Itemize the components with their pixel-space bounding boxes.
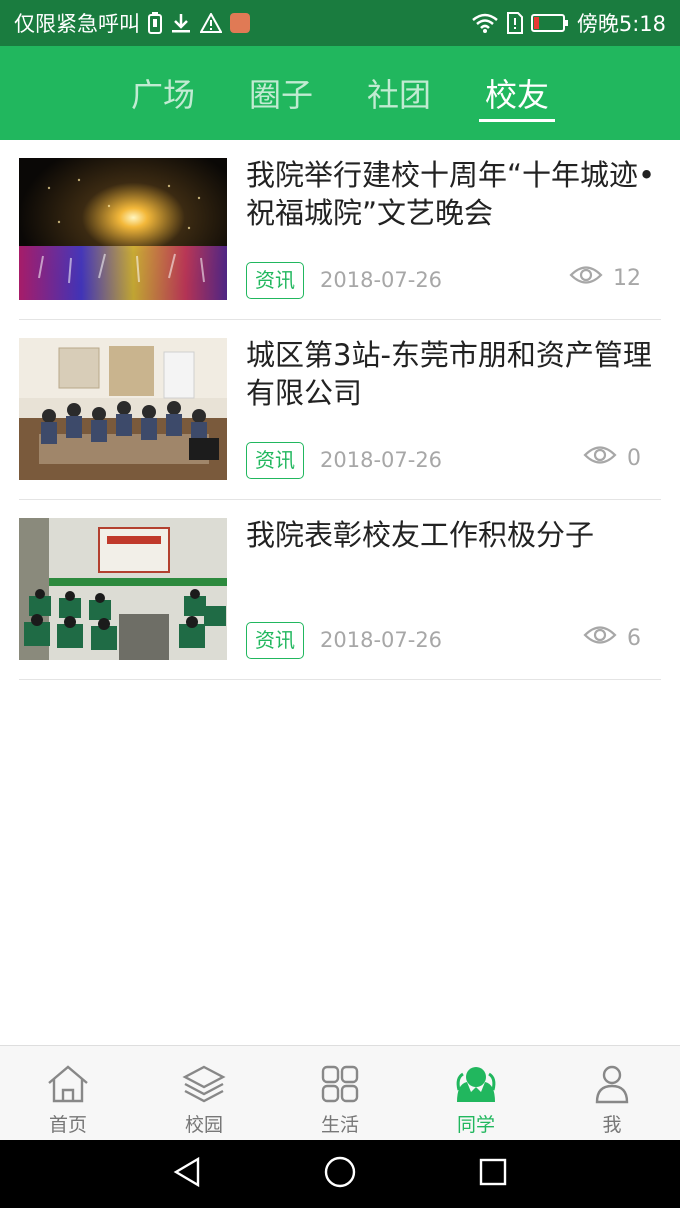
nav-classmates[interactable]: 同学 (408, 1046, 544, 1140)
status-right: 傍晚5:18 (471, 8, 666, 38)
category-tag: 资讯 (246, 622, 304, 659)
home-circle-icon (323, 1155, 357, 1193)
nav-label: 我 (602, 1114, 622, 1136)
article-title[interactable]: 我院表彰校友工作积极分子 (246, 516, 660, 554)
status-bar: 仅限紧急呼叫 傍晚5:18 (0, 0, 680, 46)
home-button[interactable] (310, 1144, 370, 1204)
battery-icon (530, 13, 569, 33)
eye-icon (569, 264, 603, 292)
article-list: 我院举行建校十周年“十年城迹•祝福城院”文艺晚会 资讯 2018-07-26 1… (0, 140, 680, 680)
bottom-nav: 首页 校园 生活 同学 我 (0, 1045, 680, 1140)
eye-icon (583, 444, 617, 472)
list-item[interactable]: 城区第3站-东莞市朋和资产管理有限公司 资讯 2018-07-26 0 (19, 320, 661, 500)
article-thumbnail-auditorium[interactable] (19, 518, 227, 660)
top-tab-bar: 广场 圈子 社团 校友 (0, 46, 680, 140)
tab-label: 校友 (484, 76, 549, 114)
clock-time: 傍晚5:18 (576, 12, 666, 36)
view-count: 0 (583, 444, 641, 472)
person-icon (589, 1062, 635, 1106)
nav-label: 生活 (320, 1114, 359, 1136)
tab-square[interactable]: 广场 (104, 46, 222, 140)
view-count-value: 0 (627, 445, 641, 471)
article-thumbnail-concert[interactable] (19, 158, 227, 300)
category-tag: 资讯 (246, 442, 304, 479)
tab-label: 圈子 (248, 76, 313, 114)
app-notification-icon (230, 13, 250, 33)
carrier-text: 仅限紧急呼叫 (14, 12, 140, 36)
view-count: 12 (569, 264, 641, 292)
article-thumbnail-meeting[interactable] (19, 338, 227, 480)
recents-square-icon (478, 1157, 508, 1191)
layers-icon (181, 1062, 227, 1106)
article-date: 2018-07-26 (320, 448, 443, 472)
nav-me[interactable]: 我 (544, 1046, 680, 1140)
view-count: 6 (583, 624, 641, 652)
eye-icon (583, 624, 617, 652)
article-date: 2018-07-26 (320, 268, 443, 292)
sim-alert-icon (506, 12, 523, 34)
system-nav-bar (0, 1140, 680, 1208)
tab-clubs[interactable]: 社团 (340, 46, 458, 140)
view-count-value: 12 (613, 265, 641, 291)
grid-icon (317, 1062, 363, 1106)
download-icon (170, 12, 192, 34)
tab-label: 广场 (130, 76, 195, 114)
battery-saver-icon (148, 12, 162, 34)
wifi-icon (471, 13, 499, 33)
nav-life[interactable]: 生活 (272, 1046, 408, 1140)
article-date: 2018-07-26 (320, 628, 443, 652)
classmates-icon (453, 1062, 499, 1106)
article-title[interactable]: 城区第3站-东莞市朋和资产管理有限公司 (246, 336, 660, 412)
status-left: 仅限紧急呼叫 (14, 8, 471, 38)
nav-campus[interactable]: 校园 (136, 1046, 272, 1140)
nav-label: 同学 (456, 1114, 495, 1136)
nav-label: 校园 (184, 1114, 223, 1136)
home-icon (45, 1062, 91, 1106)
warning-icon (200, 13, 222, 33)
recents-button[interactable] (463, 1144, 523, 1204)
nav-home[interactable]: 首页 (0, 1046, 136, 1140)
tab-label: 社团 (366, 76, 431, 114)
nav-label: 首页 (48, 1114, 87, 1136)
tab-circle[interactable]: 圈子 (222, 46, 340, 140)
category-tag: 资讯 (246, 262, 304, 299)
tab-alumni[interactable]: 校友 (458, 46, 576, 140)
list-item[interactable]: 我院表彰校友工作积极分子 资讯 2018-07-26 6 (19, 500, 661, 680)
view-count-value: 6 (627, 625, 641, 651)
back-triangle-icon (172, 1156, 202, 1192)
back-button[interactable] (157, 1144, 217, 1204)
article-title[interactable]: 我院举行建校十周年“十年城迹•祝福城院”文艺晚会 (246, 156, 660, 232)
list-item[interactable]: 我院举行建校十周年“十年城迹•祝福城院”文艺晚会 资讯 2018-07-26 1… (19, 140, 661, 320)
tab-underline (479, 119, 555, 122)
